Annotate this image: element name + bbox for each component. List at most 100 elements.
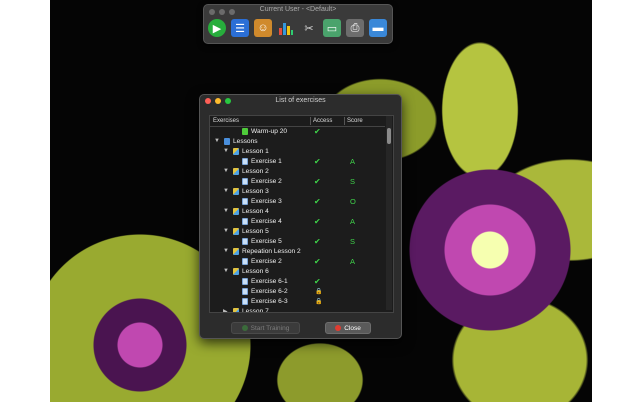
exercises-dialog: List of exercises Exercises Access Score… (199, 94, 402, 339)
checkmark-icon: ✔ (314, 127, 321, 136)
lesson-icon (233, 208, 239, 215)
checkmark-icon: ✔ (314, 257, 321, 266)
score-value: A (350, 157, 356, 166)
tree-row[interactable]: ▼ Lesson 3 (210, 187, 385, 197)
checkmark-icon: ✔ (314, 177, 321, 186)
tree-row[interactable]: ▼ Lesson 2 (210, 167, 385, 177)
tree-row[interactable]: ▼ Lesson 6 (210, 267, 385, 277)
column-score[interactable]: Score (347, 118, 363, 124)
folder-icon (224, 138, 230, 145)
dialog-title: List of exercises (275, 97, 326, 104)
tree-row[interactable]: Exercise 6-1 ✔ (210, 277, 385, 287)
tree-row[interactable]: ▼ Lesson 4 (210, 207, 385, 217)
lesson-icon (233, 268, 239, 275)
column-exercises[interactable]: Exercises (213, 118, 239, 124)
tree-row[interactable]: Exercise 1 ✔ A (210, 157, 385, 167)
tree-row[interactable]: ▼ Repeation Lesson 2 (210, 247, 385, 257)
start-training-button[interactable]: Start Training (231, 322, 300, 334)
lesson-icon (233, 168, 239, 175)
start-training-label: Start Training (250, 324, 290, 332)
column-access[interactable]: Access (313, 118, 332, 124)
tree-row-label: Lesson 5 (242, 228, 269, 235)
tree-row[interactable]: Exercise 2 ✔ S (210, 177, 385, 187)
lesson-icon (233, 308, 239, 312)
tree-row[interactable]: ▼ Lesson 1 (210, 147, 385, 157)
tree-row[interactable]: Exercise 5 ✔ S (210, 237, 385, 247)
toolbar-title: Current User - <Default> (259, 6, 337, 13)
document-icon (242, 288, 248, 295)
lesson-icon (233, 248, 239, 255)
tree-row-label: Lesson 6 (242, 268, 269, 275)
tree-row[interactable]: ▼ Lesson 5 (210, 227, 385, 237)
tree-row-label: Warm-up 20 (251, 128, 288, 135)
tree-row[interactable]: ▶ Lesson 7 (210, 307, 385, 313)
close-icon (335, 325, 342, 331)
toolbar-window: Current User - <Default> ▶ ☰ ☺ ✂ ▭ ⎙ ▬ (203, 4, 393, 44)
users-icon[interactable]: ☺ (254, 19, 272, 37)
document-icon (242, 178, 248, 185)
tree-row-label: Lesson 7 (242, 308, 269, 313)
tree-row[interactable]: Exercise 6-2 🔒 (210, 287, 385, 297)
disclosure-triangle-icon[interactable]: ▼ (214, 138, 220, 144)
play-icon[interactable]: ▶ (208, 19, 226, 37)
exercise-tree[interactable]: Exercises Access Score Warm-up 20 ✔ ▼ Lesso… (209, 115, 394, 313)
close-button[interactable]: Close (325, 322, 371, 334)
lesson-icon (233, 148, 239, 155)
checkmark-icon: ✔ (314, 157, 321, 166)
tree-row-label: Exercise 5 (251, 238, 282, 245)
document-icon (242, 218, 248, 225)
document-icon (242, 198, 248, 205)
disclosure-triangle-icon[interactable]: ▼ (223, 188, 229, 194)
document-icon (242, 278, 248, 285)
printer-icon[interactable]: ⎙ (346, 19, 364, 37)
disclosure-triangle-icon[interactable]: ▼ (223, 228, 229, 234)
tree-row-label: Exercise 2 (251, 178, 282, 185)
tools-icon[interactable]: ✂ (300, 19, 318, 37)
tree-row-label: Lesson 1 (242, 148, 269, 155)
tree-row[interactable]: ▼ Lessons (210, 137, 385, 147)
scrollbar[interactable] (386, 116, 392, 310)
disclosure-triangle-icon[interactable]: ▼ (223, 168, 229, 174)
bar-chart-icon[interactable] (277, 19, 295, 37)
tree-row-label: Lesson 2 (242, 168, 269, 175)
document-icon (242, 258, 248, 265)
tree-row-label: Exercise 6-3 (251, 298, 288, 305)
column-header: Exercises Access Score (210, 116, 385, 127)
tree-row-label: Exercise 6-2 (251, 288, 288, 295)
tree-row[interactable]: Exercise 6-3 🔒 (210, 297, 385, 307)
tree-row-label: Exercise 1 (251, 158, 282, 165)
score-value: A (350, 217, 356, 226)
tree-row-label: Exercise 3 (251, 198, 282, 205)
disclosure-triangle-icon[interactable]: ▶ (223, 308, 228, 312)
tree-row[interactable]: Warm-up 20 ✔ (210, 127, 385, 137)
lesson-icon (233, 228, 239, 235)
score-value: S (350, 177, 356, 186)
tree-row-label: Lesson 3 (242, 188, 269, 195)
lesson-icon (233, 188, 239, 195)
list-icon[interactable]: ☰ (231, 19, 249, 37)
tree-row-label: Exercise 4 (251, 218, 282, 225)
play-icon (241, 325, 248, 331)
disclosure-triangle-icon[interactable]: ▼ (223, 268, 229, 274)
disclosure-triangle-icon[interactable]: ▼ (223, 248, 229, 254)
document-icon (242, 158, 248, 165)
leaf-icon (242, 128, 248, 135)
tree-row-label: Repeation Lesson 2 (242, 248, 301, 255)
score-value: A (350, 257, 356, 266)
scrollbar-thumb[interactable] (387, 128, 391, 144)
disclosure-triangle-icon[interactable]: ▼ (223, 208, 229, 214)
tree-row-label: Exercise 2 (251, 258, 282, 265)
tree-row[interactable]: Exercise 4 ✔ A (210, 217, 385, 227)
checkmark-icon: ✔ (314, 217, 321, 226)
document-icon (242, 238, 248, 245)
lock-icon: 🔒 (315, 299, 323, 305)
tree-row[interactable]: Exercise 2 ✔ A (210, 257, 385, 267)
score-value: O (350, 197, 356, 206)
folder-icon[interactable]: ▬ (369, 19, 387, 37)
tree-row[interactable]: Exercise 3 ✔ O (210, 197, 385, 207)
disclosure-triangle-icon[interactable]: ▼ (223, 148, 229, 154)
book-icon[interactable]: ▭ (323, 19, 341, 37)
tree-row-label: Lessons (233, 138, 258, 145)
checkmark-icon: ✔ (314, 277, 321, 286)
close-label: Close (344, 324, 361, 332)
